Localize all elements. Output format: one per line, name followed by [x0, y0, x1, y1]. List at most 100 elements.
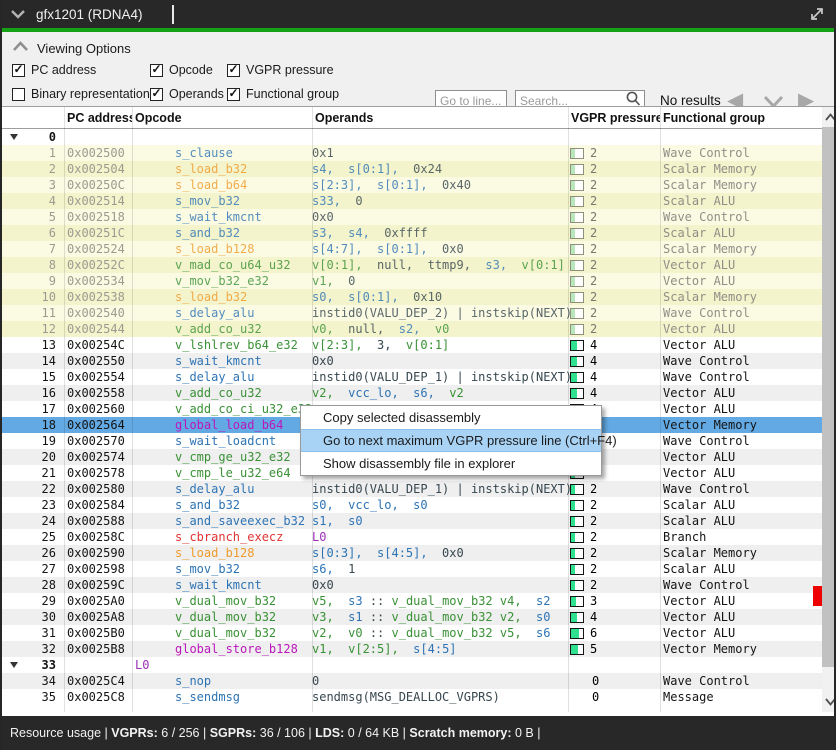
operands: L0: [312, 529, 568, 545]
vgpr-pressure-cell: 0: [568, 673, 660, 689]
checked-box-icon[interactable]: ✓: [227, 88, 240, 101]
checked-box-icon[interactable]: ✓: [150, 64, 163, 77]
vgpr-pressure-cell: 4: [568, 385, 660, 401]
table-row[interactable]: 230x002584s_and_b32s0, vcc_lo, s02Scalar…: [2, 497, 822, 513]
collapse-triangle-icon[interactable]: [10, 134, 18, 140]
menu-item[interactable]: Go to next maximum VGPR pressure line (C…: [301, 429, 601, 452]
operands: s3, s4, 0xffff: [312, 225, 568, 241]
scroll-down-icon[interactable]: [822, 694, 836, 710]
table-row[interactable]: 50x002518s_wait_kmcnt0x02Wave Control: [2, 209, 822, 225]
checked-box-icon[interactable]: ✓: [12, 64, 25, 77]
vgpr-pressure-cell: [568, 657, 660, 673]
line-number: 2: [2, 161, 64, 177]
operands: s0, vcc_lo, s0: [312, 497, 568, 513]
table-row[interactable]: 60x00251Cs_and_b32s3, s4, 0xffff2Scalar …: [2, 225, 822, 241]
unchecked-box-icon[interactable]: [12, 88, 25, 101]
table-row[interactable]: 90x002534v_mov_b32_e32v1, 02Vector ALU: [2, 273, 822, 289]
pc-address: 0x00251C: [64, 225, 132, 241]
column-header[interactable]: Opcode: [132, 107, 312, 128]
column-header[interactable]: [2, 107, 64, 128]
vgpr-pressure-cell: 2: [568, 161, 660, 177]
checkbox-functional-group[interactable]: ✓Functional group: [227, 87, 387, 101]
table-row[interactable]: 350x0025C8s_sendmsgsendmsg(MSG_DEALLOC_V…: [2, 689, 822, 705]
table-row[interactable]: 120x002544v_add_co_u32v0, null, s2, v02V…: [2, 321, 822, 337]
operands: 0x0: [312, 353, 568, 369]
pressure-bar: [570, 548, 584, 559]
pc-address: 0x0025C4: [64, 673, 132, 689]
table-row[interactable]: 150x002554s_delay_aluinstid0(VALU_DEP_1)…: [2, 369, 822, 385]
scroll-up-icon[interactable]: [822, 109, 836, 125]
line-number: 29: [2, 593, 64, 609]
table-row[interactable]: 250x00258Cs_cbranch_execzL02Branch: [2, 529, 822, 545]
table-row[interactable]: 280x00259Cs_wait_kmcnt0x02Wave Control: [2, 577, 822, 593]
operands: v2, vcc_lo, s6, v2: [312, 385, 568, 401]
table-row[interactable]: 70x002524s_load_b128s[4:7], s[0:1], 0x02…: [2, 241, 822, 257]
table-row[interactable]: 40x002514s_mov_b32s33, 02Scalar ALU: [2, 193, 822, 209]
checked-box-icon[interactable]: ✓: [227, 64, 240, 77]
table-row[interactable]: 10x002500s_clause0x12Wave Control: [2, 145, 822, 161]
column-header[interactable]: PC address: [64, 107, 132, 128]
checkbox-opcode[interactable]: ✓Opcode: [150, 63, 227, 77]
collapse-chevron-icon[interactable]: [10, 8, 26, 20]
scrollbar-thumb[interactable]: [822, 127, 836, 667]
table-row[interactable]: 100x002538s_load_b32s0, s[0:1], 0x102Sca…: [2, 289, 822, 305]
max-vgpr-pressure-marker[interactable]: [813, 586, 822, 606]
table-row[interactable]: 300x0025A8v_dual_mov_b32v3, s1 :: v_dual…: [2, 609, 822, 625]
column-header[interactable]: Functional group: [660, 107, 822, 128]
checked-box-icon[interactable]: ✓: [150, 88, 163, 101]
table-row[interactable]: 0: [2, 129, 822, 145]
table-row[interactable]: 260x002590s_load_b128s[0:3], s[4:5], 0x0…: [2, 545, 822, 561]
pc-address: 0x002550: [64, 353, 132, 369]
table-row[interactable]: 240x002588s_and_saveexec_b32s1, s02Scala…: [2, 513, 822, 529]
table-row[interactable]: 80x00252Cv_mad_co_u64_u32v[0:1], null, t…: [2, 257, 822, 273]
collapse-triangle-icon[interactable]: [10, 662, 18, 668]
functional-group: Scalar Memory: [660, 241, 822, 257]
functional-group: Wave Control: [660, 305, 822, 321]
menu-item[interactable]: Show disassembly file in explorer: [301, 452, 601, 475]
table-row[interactable]: 320x0025B8global_store_b128v1, v[2:5], s…: [2, 641, 822, 657]
vgpr-pressure-cell: 2: [568, 481, 660, 497]
table-row[interactable]: 270x002598s_mov_b32s6, 12Scalar ALU: [2, 561, 822, 577]
opcode: s_mov_b32: [132, 561, 312, 577]
column-header[interactable]: Operands: [312, 107, 568, 128]
viewing-options-panel: Viewing Options ✓PC address✓Opcode✓VGPR …: [2, 32, 834, 106]
line-number: 24: [2, 513, 64, 529]
opcode: v_add_co_ci_u32_e32: [132, 401, 312, 417]
vgpr-pressure-cell: 2: [568, 257, 660, 273]
menu-item[interactable]: Copy selected disassembly: [301, 406, 601, 429]
operands: v2, v0 :: v_dual_mov_b32 v5, s6: [312, 625, 568, 641]
table-row[interactable]: 220x002580s_delay_aluinstid0(VALU_DEP_1)…: [2, 481, 822, 497]
table-row[interactable]: 340x0025C4s_nop00Wave Control: [2, 673, 822, 689]
viewing-options-chevron-icon[interactable]: [12, 39, 29, 57]
table-row[interactable]: 140x002550s_wait_kmcnt0x04Wave Control: [2, 353, 822, 369]
pressure-bar: [570, 500, 584, 511]
table-row[interactable]: 310x0025B0v_dual_mov_b32v2, v0 :: v_dual…: [2, 625, 822, 641]
expand-view-icon[interactable]: [808, 5, 826, 28]
pressure-bar: [570, 628, 584, 639]
checkbox-operands[interactable]: ✓Operands: [150, 87, 227, 101]
opcode: v_add_co_u32: [132, 385, 312, 401]
table-row[interactable]: 110x002540s_delay_aluinstid0(VALU_DEP_2)…: [2, 305, 822, 321]
checkbox-pc-address[interactable]: ✓PC address: [12, 63, 150, 77]
line-number: 15: [2, 369, 64, 385]
column-header[interactable]: VGPR pressure (: [568, 107, 660, 128]
functional-group: Scalar Memory: [660, 289, 822, 305]
vertical-scrollbar[interactable]: [822, 106, 836, 712]
vgpr-pressure-cell: 4: [568, 337, 660, 353]
pc-address: 0x002564: [64, 417, 132, 433]
checkbox-vgpr-pressure[interactable]: ✓VGPR pressure: [227, 63, 387, 77]
functional-group: Scalar ALU: [660, 225, 822, 241]
pressure-bar: [570, 148, 584, 159]
vgpr-pressure-cell: 6: [568, 625, 660, 641]
functional-group: Scalar ALU: [660, 513, 822, 529]
vgpr-pressure-cell: [568, 129, 660, 145]
pc-address: 0x00259C: [64, 577, 132, 593]
table-row[interactable]: 33L0: [2, 657, 822, 673]
table-row[interactable]: 130x00254Cv_lshlrev_b64_e32v[2:3], 3, v[…: [2, 337, 822, 353]
checkbox-binary-representation[interactable]: Binary representation: [12, 87, 150, 101]
table-row[interactable]: 160x002558v_add_co_u32v2, vcc_lo, s6, v2…: [2, 385, 822, 401]
table-row[interactable]: 30x00250Cs_load_b64s[2:3], s[0:1], 0x402…: [2, 177, 822, 193]
table-row[interactable]: 290x0025A0v_dual_mov_b32v5, s3 :: v_dual…: [2, 593, 822, 609]
pc-address: 0x0025C8: [64, 689, 132, 705]
table-row[interactable]: 20x002504s_load_b32s4, s[0:1], 0x242Scal…: [2, 161, 822, 177]
